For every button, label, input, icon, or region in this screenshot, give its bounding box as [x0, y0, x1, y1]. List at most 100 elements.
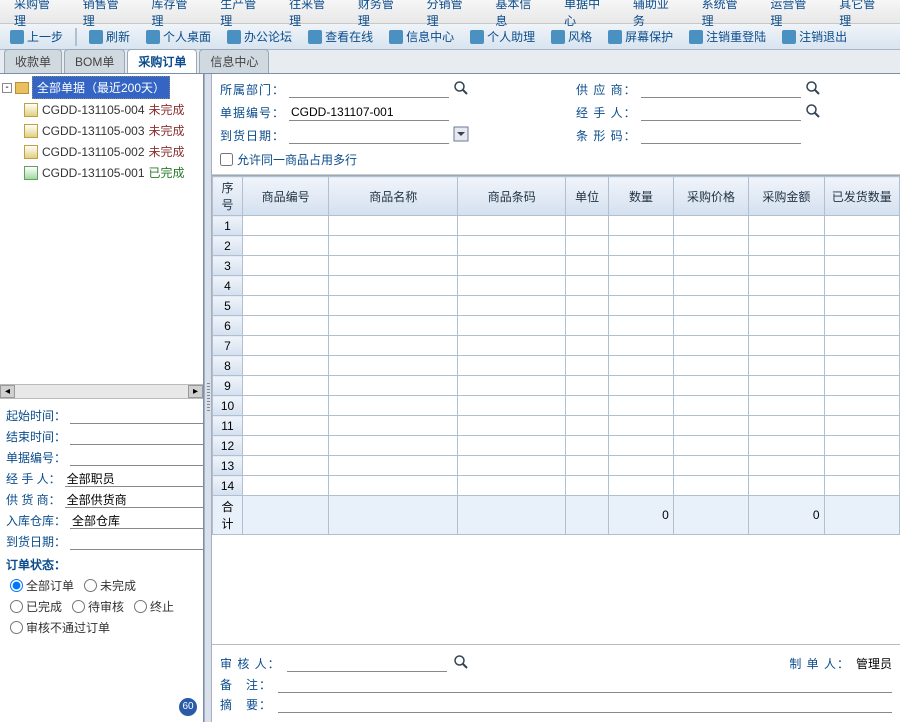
- tbtn-key[interactable]: 注销重登陆: [683, 26, 772, 47]
- tbtn-mail[interactable]: 信息中心: [383, 26, 460, 47]
- tbtn-refresh[interactable]: 刷新: [83, 26, 136, 47]
- tree-root[interactable]: 全部单据（最近200天）: [32, 76, 170, 99]
- form-arrive-input[interactable]: [289, 127, 449, 144]
- key-icon: [689, 30, 703, 44]
- tab-bar: 收款单BOM单采购订单信息中心: [0, 50, 900, 74]
- tbtn-home[interactable]: 办公论坛: [221, 26, 298, 47]
- auditor-input[interactable]: [287, 656, 447, 672]
- radio-5[interactable]: 审核不通过订单: [10, 619, 110, 636]
- form-handler-search-icon[interactable]: [805, 103, 821, 122]
- table-row[interactable]: 11: [213, 416, 900, 436]
- table-row[interactable]: 4: [213, 276, 900, 296]
- tbtn-back[interactable]: 上一步: [4, 26, 69, 47]
- filter-arrive-input[interactable]: [70, 533, 203, 550]
- col-5[interactable]: 数量: [609, 177, 674, 216]
- table-row[interactable]: 7: [213, 336, 900, 356]
- form-arrive-dropdown-icon[interactable]: [453, 126, 469, 145]
- filter-start-label: 起始时间：: [6, 407, 66, 424]
- radio-4[interactable]: 终止: [134, 598, 174, 615]
- refresh-icon: [89, 30, 103, 44]
- tbtn-screen[interactable]: 屏幕保护: [602, 26, 679, 47]
- tree-item-1[interactable]: CGDD-131105-003 未完成: [2, 120, 201, 141]
- table-row[interactable]: 2: [213, 236, 900, 256]
- form-barcode-input[interactable]: [641, 127, 801, 144]
- form-supplier-input[interactable]: [641, 81, 801, 98]
- col-3[interactable]: 商品条码: [458, 177, 566, 216]
- filter-docno-input[interactable]: [70, 449, 203, 466]
- doc-icon: [24, 166, 38, 180]
- table-row[interactable]: 14: [213, 476, 900, 496]
- maker-label: 制 单 人：: [789, 655, 850, 672]
- table-row[interactable]: 10: [213, 396, 900, 416]
- screen-icon: [608, 30, 622, 44]
- user-icon: [470, 30, 484, 44]
- allow-multi-label: 允许同一商品占用多行: [237, 151, 357, 168]
- doc-tree[interactable]: - 全部单据（最近200天） CGDD-131105-004 未完成CGDD-1…: [0, 74, 203, 384]
- col-0[interactable]: 序号: [213, 177, 243, 216]
- tbtn-exit[interactable]: 注销退出: [776, 26, 853, 47]
- radio-1[interactable]: 未完成: [84, 577, 136, 594]
- table-row[interactable]: 12: [213, 436, 900, 456]
- col-7[interactable]: 采购金额: [749, 177, 824, 216]
- scroll-right-icon[interactable]: ▸: [188, 385, 203, 398]
- toolbar: 上一步刷新个人桌面办公论坛查看在线信息中心个人助理风格屏幕保护注销重登陆注销退出: [0, 24, 900, 50]
- table-row[interactable]: 13: [213, 456, 900, 476]
- tbtn-user[interactable]: 个人助理: [464, 26, 541, 47]
- tree-collapse-icon[interactable]: -: [2, 83, 12, 93]
- form-handler-label: 经 手 人：: [576, 104, 637, 121]
- form-docno-label: 单据编号：: [220, 104, 285, 121]
- form-dept-search-icon[interactable]: [453, 80, 469, 99]
- filter-supplier-input[interactable]: [65, 491, 203, 508]
- filter-panel: 起始时间：结束时间：单据编号：经 手 人：供 货 商：入库仓库：到货日期：订单状…: [0, 399, 203, 722]
- col-1[interactable]: 商品编号: [243, 177, 329, 216]
- form-supplier-label: 供 应 商：: [576, 81, 637, 98]
- allow-multi-checkbox[interactable]: [220, 153, 233, 166]
- filter-end-input[interactable]: [70, 428, 203, 445]
- tree-item-2[interactable]: CGDD-131105-002 未完成: [2, 141, 201, 162]
- tree-item-0[interactable]: CGDD-131105-004 未完成: [2, 99, 201, 120]
- form-dept-label: 所属部门：: [220, 81, 285, 98]
- table-row[interactable]: 6: [213, 316, 900, 336]
- header-form: 所属部门：供 应 商：单据编号：经 手 人：到货日期：条 形 码： 允许同一商品…: [212, 74, 900, 175]
- table-row[interactable]: 5: [213, 296, 900, 316]
- col-8[interactable]: 已发货数量: [824, 177, 899, 216]
- tab-2[interactable]: 采购订单: [127, 49, 197, 73]
- doc-icon: [24, 124, 38, 138]
- auditor-search-icon[interactable]: [453, 654, 469, 673]
- wand-icon: [551, 30, 565, 44]
- filter-status-head: 订单状态：: [6, 556, 197, 573]
- col-6[interactable]: 采购价格: [673, 177, 748, 216]
- form-supplier-search-icon[interactable]: [805, 80, 821, 99]
- detail-grid-wrap[interactable]: 序号商品编号商品名称商品条码单位数量采购价格采购金额已发货数量 12345678…: [212, 175, 900, 644]
- splitter[interactable]: [204, 74, 212, 722]
- filter-start-input[interactable]: [70, 407, 203, 424]
- tab-0[interactable]: 收款单: [4, 49, 62, 73]
- footer-form: 审 核 人： 制 单 人： 管理员 备 注： 摘 要：: [212, 644, 900, 722]
- doc-icon: [24, 145, 38, 159]
- tbtn-search[interactable]: 查看在线: [302, 26, 379, 47]
- table-row[interactable]: 9: [213, 376, 900, 396]
- tab-1[interactable]: BOM单: [64, 49, 125, 73]
- table-row[interactable]: 1: [213, 216, 900, 236]
- tree-item-3[interactable]: CGDD-131105-001 已完成: [2, 162, 201, 183]
- col-4[interactable]: 单位: [566, 177, 609, 216]
- tab-3[interactable]: 信息中心: [199, 49, 269, 73]
- filter-supplier-label: 供 货 商：: [6, 491, 61, 508]
- tbtn-desktop[interactable]: 个人桌面: [140, 26, 217, 47]
- radio-0[interactable]: 全部订单: [10, 577, 74, 594]
- tbtn-wand[interactable]: 风格: [545, 26, 598, 47]
- tree-hscroll[interactable]: ◂ ▸: [0, 384, 203, 399]
- form-dept-input[interactable]: [289, 81, 449, 98]
- form-docno-input[interactable]: [289, 104, 449, 121]
- summary-input[interactable]: [278, 697, 892, 713]
- remark-input[interactable]: [278, 677, 892, 693]
- radio-3[interactable]: 待审核: [72, 598, 124, 615]
- table-row[interactable]: 8: [213, 356, 900, 376]
- form-handler-input[interactable]: [641, 104, 801, 121]
- scroll-left-icon[interactable]: ◂: [0, 385, 15, 398]
- col-2[interactable]: 商品名称: [329, 177, 458, 216]
- filter-handler-input[interactable]: [65, 470, 203, 487]
- table-row[interactable]: 3: [213, 256, 900, 276]
- filter-wh-input[interactable]: [70, 512, 203, 529]
- radio-2[interactable]: 已完成: [10, 598, 62, 615]
